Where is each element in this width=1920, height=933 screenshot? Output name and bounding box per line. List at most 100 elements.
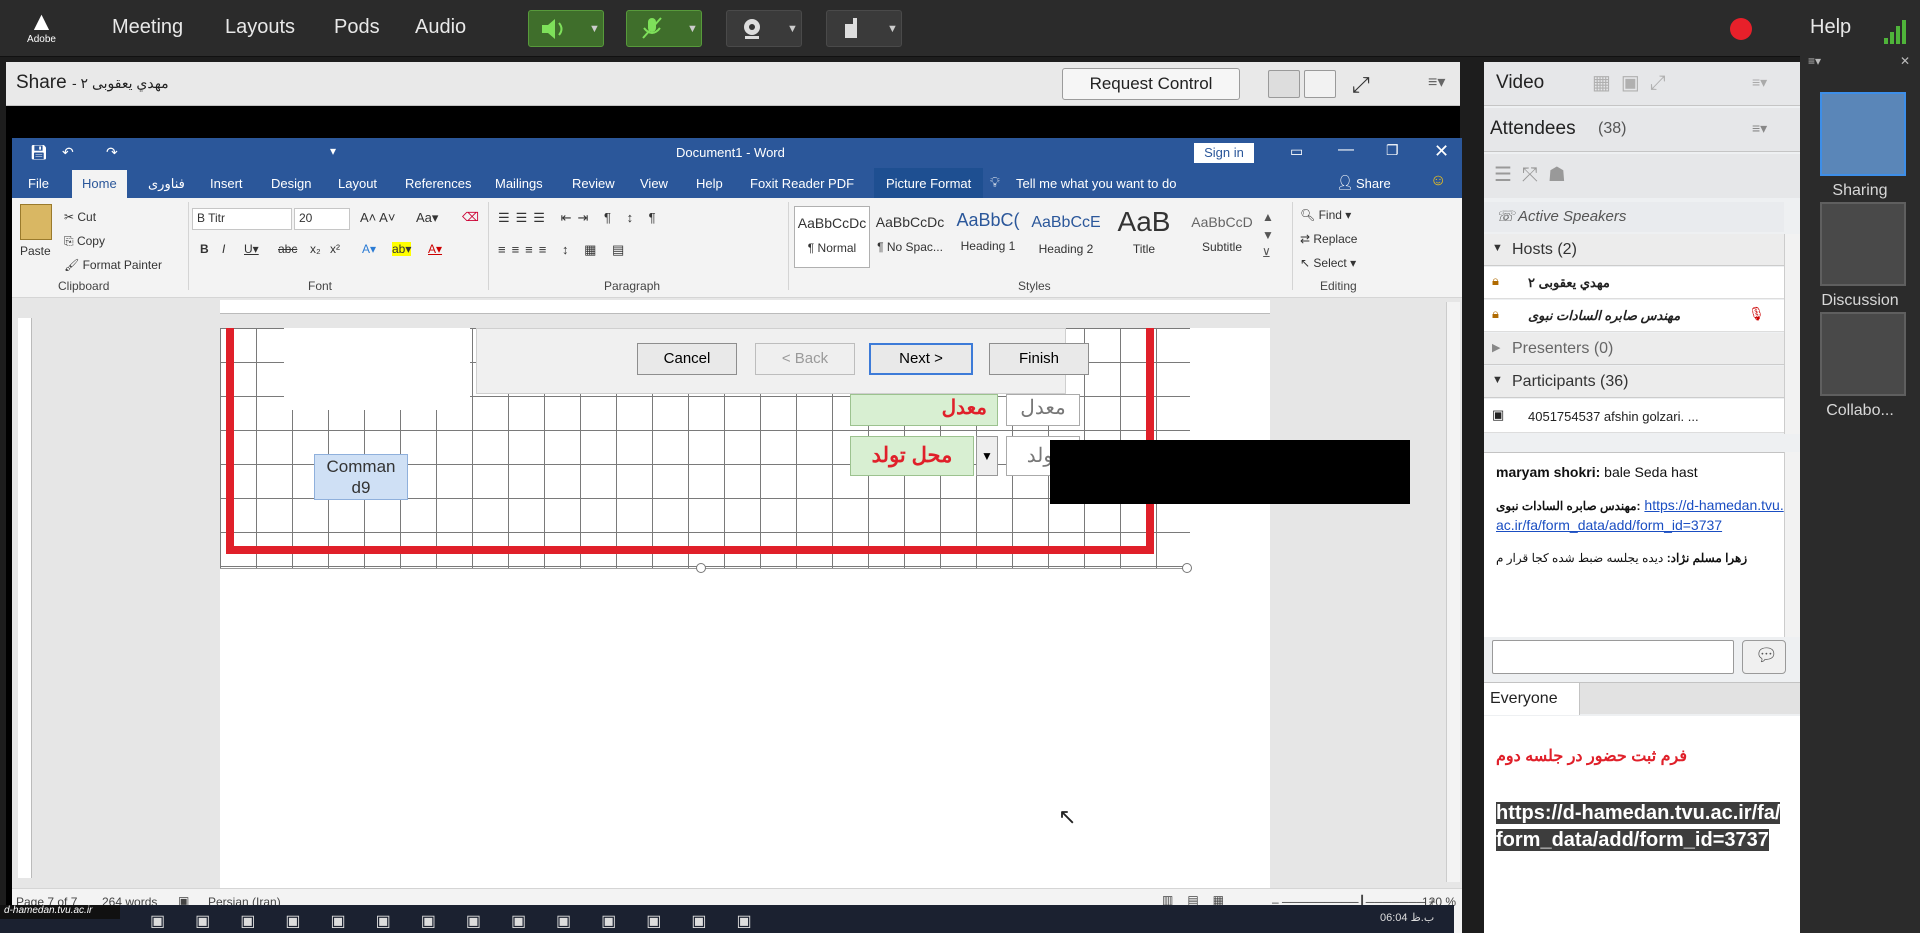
copy-button[interactable]: ⎘ Copy xyxy=(64,234,105,249)
alignment-icons[interactable]: ≡≡≡≡ ↕ ▦ ▤ xyxy=(498,242,630,258)
paste-icon[interactable] xyxy=(20,204,52,240)
cut-button[interactable]: ✂ Cut xyxy=(64,210,96,224)
speaker-button[interactable]: ▼ xyxy=(528,10,604,47)
attendees-scrollbar[interactable] xyxy=(1784,234,1800,434)
fit-width-icon[interactable] xyxy=(1268,70,1300,98)
close-icon[interactable]: ✕ xyxy=(1900,54,1910,68)
highlight-icon[interactable]: ab▾ xyxy=(392,242,412,256)
chat-scrollbar[interactable] xyxy=(1784,452,1800,637)
menu-audio[interactable]: Audio xyxy=(415,16,466,39)
wizard-back-button[interactable]: < Back xyxy=(755,343,855,375)
tab-references[interactable]: References xyxy=(405,176,471,191)
video-layout-icons[interactable]: ▦▣⤢ xyxy=(1592,70,1676,95)
layout-thumb-discussion[interactable] xyxy=(1820,202,1906,286)
notes-link[interactable]: https://d-hamedan.tvu.ac.ir/fa/form_data… xyxy=(1496,800,1782,854)
document-page[interactable]: Cancel < Back Next > Finish معدل معدل مح… xyxy=(220,328,1410,898)
ribbon-display-icon[interactable]: ▭ xyxy=(1290,143,1303,160)
menu-layouts[interactable]: Layouts xyxy=(225,16,295,39)
webcam-button[interactable]: ▼ xyxy=(726,10,802,47)
wizard-cancel-button[interactable]: Cancel xyxy=(637,343,737,375)
resize-handle[interactable] xyxy=(696,563,706,573)
tab-picture-format[interactable]: Picture Format xyxy=(874,168,984,198)
underline-icon[interactable]: U▾ xyxy=(244,242,259,256)
superscript-icon[interactable]: x² xyxy=(330,242,340,256)
chat-send-button[interactable]: 💬︎ xyxy=(1742,640,1786,674)
attendee-row[interactable]: 🔒︎ مهدي يعقوبی ٢ xyxy=(1484,267,1784,299)
tell-me-search[interactable]: Tell me what you want to do xyxy=(1016,176,1176,191)
replace-button[interactable]: ⇄ Replace xyxy=(1300,232,1357,246)
close-icon[interactable]: ✕ xyxy=(1434,141,1449,162)
subscript-icon[interactable]: x₂ xyxy=(310,242,321,256)
styles-scroll-icon[interactable]: ▲ ▼ ⊻ xyxy=(1262,208,1274,262)
raise-hand-button[interactable]: ▼ xyxy=(826,10,902,47)
layout-label-collaboration[interactable]: Collabo... xyxy=(1800,402,1920,420)
chat-input[interactable] xyxy=(1492,640,1734,674)
gpa-field[interactable]: معدل xyxy=(850,394,998,426)
style-no-spacing[interactable]: AaBbCcDc ¶ No Spac... xyxy=(872,206,948,268)
vertical-scrollbar[interactable] xyxy=(1446,302,1460,882)
text-effects-icon[interactable]: A▾ xyxy=(362,242,376,256)
paste-button[interactable]: Paste xyxy=(20,244,51,258)
taskbar-app-icons[interactable]: ▣▣▣▣▣▣▣▣▣▣▣▣▣▣ xyxy=(150,911,950,933)
tab-review[interactable]: Review xyxy=(572,176,615,191)
style-normal[interactable]: AaBbCcDc ¶ Normal xyxy=(794,206,870,268)
resize-handle[interactable] xyxy=(1182,563,1192,573)
style-subtitle[interactable]: AaBbCcD Subtitle xyxy=(1184,206,1260,268)
share-button[interactable]: Share xyxy=(1356,176,1391,191)
help-menu[interactable]: Help xyxy=(1810,16,1851,39)
tab-foxit[interactable]: Foxit Reader PDF xyxy=(750,176,854,191)
everyone-tab[interactable]: Everyone xyxy=(1484,683,1580,715)
microphone-button[interactable]: ▼ xyxy=(626,10,702,47)
pod-options-icon[interactable]: ≡▾ xyxy=(1428,72,1445,92)
find-button[interactable]: 🔍︎ Find ▾ xyxy=(1300,208,1351,222)
font-name-combo[interactable]: B Titr xyxy=(192,208,292,230)
layout-label-sharing[interactable]: Sharing xyxy=(1800,182,1920,200)
redo-icon[interactable]: ↷ xyxy=(106,144,118,161)
sign-in-button[interactable]: Sign in xyxy=(1194,143,1254,163)
save-icon[interactable]: 💾︎ xyxy=(30,144,48,161)
chevron-down-icon[interactable]: ▼ xyxy=(976,436,998,476)
customize-toolbar-icon[interactable]: ▾ xyxy=(330,144,336,158)
pod-options-icon[interactable]: ≡▾ xyxy=(1752,74,1767,91)
birthplace-field[interactable]: محل تولد xyxy=(850,436,974,476)
hosts-group-row[interactable]: ▼ Hosts (2) xyxy=(1484,234,1784,266)
tab-home[interactable]: Home xyxy=(72,170,127,198)
clear-formatting-icon[interactable]: ⌫ xyxy=(462,210,479,224)
style-heading-1[interactable]: AaBbC(Heading 1 xyxy=(950,206,1026,268)
tab-file[interactable]: File xyxy=(28,176,49,191)
change-case-icon[interactable]: Aa▾ xyxy=(416,210,438,226)
chat-audience-tab[interactable]: Everyone xyxy=(1484,682,1800,715)
tab-layout[interactable]: Layout xyxy=(338,176,377,191)
tab-fanavari[interactable]: فناوری xyxy=(148,176,185,192)
restore-icon[interactable]: ❐ xyxy=(1386,142,1399,159)
pod-options-icon[interactable]: ≡▾ xyxy=(1752,120,1767,137)
tab-mailings[interactable]: Mailings xyxy=(495,176,543,191)
undo-icon[interactable]: ↶ xyxy=(62,144,74,161)
request-control-button[interactable]: Request Control xyxy=(1062,68,1240,100)
recording-indicator-icon[interactable] xyxy=(1730,18,1752,40)
layout-thumb-sharing[interactable] xyxy=(1820,92,1906,176)
strikethrough-icon[interactable]: abc xyxy=(278,242,297,256)
layouts-menu-icon[interactable]: ≡▾ xyxy=(1808,54,1821,68)
font-size-combo[interactable]: 20 xyxy=(294,208,350,230)
bold-icon[interactable]: B xyxy=(200,242,209,256)
style-title[interactable]: AaB Title xyxy=(1106,206,1182,268)
attendee-view-icons[interactable]: ☰⤧☗ xyxy=(1494,162,1576,187)
command-button-control[interactable]: Comman d9 xyxy=(314,454,408,500)
attendee-row[interactable]: 🔒︎ مهندس صابره السادات نبوی 🎙︎ xyxy=(1484,300,1784,332)
menu-pods[interactable]: Pods xyxy=(334,16,380,39)
italic-icon[interactable]: I xyxy=(222,242,225,256)
tab-design[interactable]: Design xyxy=(271,176,311,191)
grow-shrink-font-icons[interactable]: A˄ A˅ xyxy=(360,210,395,225)
attendee-row[interactable]: ▣ 4051754537 afshin golzari. ... xyxy=(1484,399,1784,433)
actual-size-icon[interactable] xyxy=(1304,70,1336,98)
smiley-icon[interactable]: ☺ xyxy=(1430,172,1446,190)
list-icons[interactable]: ☰☰☰ ⇤⇥ ¶ ↕ ¶ xyxy=(498,210,662,226)
format-painter-button[interactable]: 🖌︎ Format Painter xyxy=(64,258,162,272)
vertical-ruler[interactable] xyxy=(18,318,32,878)
wizard-next-button[interactable]: Next > xyxy=(869,343,973,375)
menu-meeting[interactable]: Meeting xyxy=(112,16,183,39)
participants-group-row[interactable]: ▼ Participants (36) xyxy=(1484,366,1784,398)
layout-thumb-collaboration[interactable] xyxy=(1820,312,1906,396)
presenters-group-row[interactable]: ▶ Presenters (0) xyxy=(1484,333,1784,365)
